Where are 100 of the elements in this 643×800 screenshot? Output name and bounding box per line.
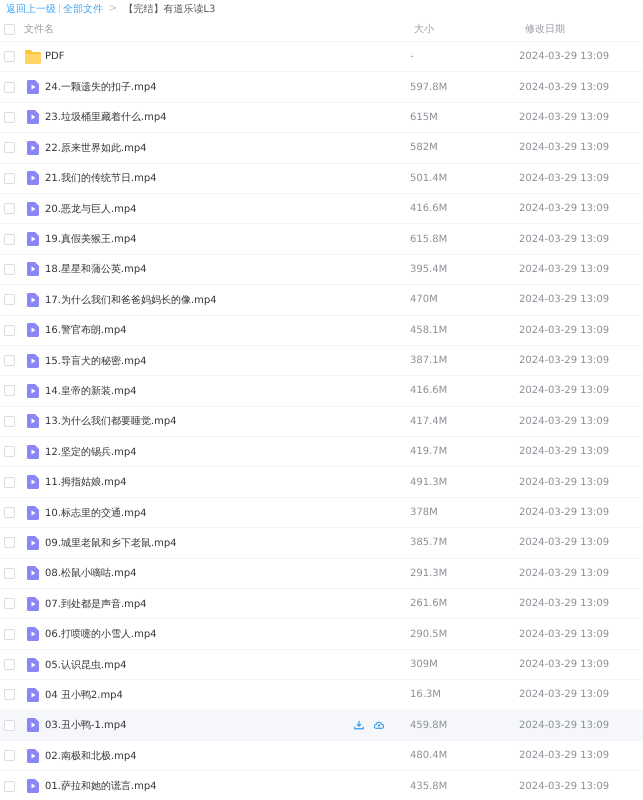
folder-icon	[25, 50, 41, 64]
row-checkbox[interactable]	[4, 142, 15, 154]
video-file-icon	[27, 688, 39, 702]
video-file-icon	[27, 323, 39, 338]
modified-date: 2024-03-29 13:09	[519, 659, 610, 670]
row-checkbox[interactable]	[4, 507, 15, 518]
modified-date: 2024-03-29 13:09	[519, 689, 610, 700]
file-size: 385.7M	[410, 537, 448, 548]
file-name[interactable]: 12.坚定的锡兵.mp4	[45, 444, 137, 459]
video-file-icon	[27, 536, 39, 550]
row-checkbox[interactable]	[4, 537, 15, 548]
row-checkbox[interactable]	[4, 355, 15, 366]
row-checkbox[interactable]	[4, 659, 15, 670]
modified-date: 2024-03-29 13:09	[519, 537, 610, 548]
file-size: -	[410, 51, 414, 62]
file-name[interactable]: 03.丑小鸭-1.mp4	[45, 718, 127, 732]
video-file-icon	[27, 414, 39, 428]
row-checkbox[interactable]	[4, 112, 15, 123]
modified-date: 2024-03-29 13:09	[519, 568, 610, 579]
row-checkbox[interactable]	[4, 476, 15, 488]
cloud-upload-icon[interactable]	[374, 720, 384, 730]
file-size: 470M	[410, 294, 438, 306]
row-checkbox[interactable]	[4, 750, 15, 762]
row-checkbox[interactable]	[4, 203, 15, 214]
file-name[interactable]: 11.拇指姑娘.mp4	[45, 475, 127, 490]
row-checkbox[interactable]	[4, 446, 15, 458]
file-name[interactable]: 08.松鼠小嘀咕.mp4	[45, 566, 137, 580]
download-icon[interactable]	[354, 720, 364, 730]
file-name[interactable]: 20.恶龙与巨人.mp4	[45, 202, 137, 216]
video-file-icon	[27, 718, 39, 732]
row-checkbox[interactable]	[4, 172, 15, 184]
select-all-checkbox[interactable]	[4, 24, 15, 34]
video-file-icon	[27, 354, 39, 368]
file-name[interactable]: 10.标志里的交通.mp4	[45, 506, 147, 520]
column-header: 文件名	[24, 22, 54, 36]
file-name[interactable]: 17.为什么我们和爸爸妈妈长的像.mp4	[45, 292, 217, 307]
file-name[interactable]: 13.为什么我们都要睡觉.mp4	[45, 414, 177, 428]
file-name[interactable]: 16.警官布朗.mp4	[45, 323, 127, 338]
modified-date: 2024-03-29 13:09	[519, 112, 610, 123]
modified-date: 2024-03-29 13:09	[519, 507, 610, 518]
file-size: 378M	[410, 507, 438, 518]
row-checkbox[interactable]	[4, 689, 15, 700]
video-file-icon	[27, 658, 39, 672]
current-folder: 【完结】有道乐读L3	[123, 2, 216, 16]
column-header: 大小	[414, 22, 434, 36]
row-checkbox[interactable]	[4, 324, 15, 336]
file-size: 615M	[410, 112, 438, 123]
row-checkbox[interactable]	[4, 82, 15, 93]
file-name[interactable]: 09.城里老鼠和乡下老鼠.mp4	[45, 536, 177, 550]
file-name[interactable]: 18.星星和蒲公英.mp4	[45, 262, 147, 276]
row-checkbox[interactable]	[4, 598, 15, 610]
row-checkbox[interactable]	[4, 51, 15, 62]
file-name[interactable]: 21.我们的传统节日.mp4	[45, 171, 157, 186]
column-header: 修改日期	[525, 22, 565, 36]
file-name[interactable]: 15.导盲犬的秘密.mp4	[45, 354, 147, 368]
file-size: 582M	[410, 142, 438, 154]
file-size: 291.3M	[410, 568, 448, 579]
file-size: 597.8M	[410, 82, 448, 93]
video-file-icon	[27, 506, 39, 520]
row-checkbox[interactable]	[4, 234, 15, 245]
video-file-icon	[27, 627, 39, 642]
file-size: 261.6M	[410, 598, 448, 610]
row-checkbox[interactable]	[4, 294, 15, 306]
file-size: 480.4M	[410, 750, 448, 762]
file-name[interactable]: 19.真假美猴王.mp4	[45, 232, 137, 246]
file-name[interactable]: 24.一颗遗失的扣子.mp4	[45, 80, 157, 94]
file-size: 419.7M	[410, 446, 448, 458]
file-name[interactable]: PDF	[45, 51, 64, 62]
file-name[interactable]: 01.萨拉和她的谎言.mp4	[45, 779, 157, 794]
file-name[interactable]: 14.皇帝的新装.mp4	[45, 384, 137, 398]
modified-date: 2024-03-29 13:09	[519, 780, 610, 792]
file-name[interactable]: 23.垃圾桶里藏着什么.mp4	[45, 110, 167, 124]
row-checkbox[interactable]	[4, 628, 15, 640]
modified-date: 2024-03-29 13:09	[519, 82, 610, 93]
file-size: 16.3M	[410, 689, 441, 700]
file-name[interactable]: 06.打喷嚏的小雪人.mp4	[45, 627, 157, 642]
modified-date: 2024-03-29 13:09	[519, 355, 610, 366]
file-name[interactable]: 02.南极和北极.mp4	[45, 748, 137, 763]
modified-date: 2024-03-29 13:09	[519, 203, 610, 214]
video-file-icon	[27, 292, 39, 307]
file-size: 416.6M	[410, 385, 448, 396]
row-checkbox[interactable]	[4, 568, 15, 579]
file-size: 459.8M	[410, 720, 448, 731]
video-file-icon	[27, 444, 39, 459]
video-file-icon	[27, 384, 39, 398]
modified-date: 2024-03-29 13:09	[519, 628, 610, 640]
file-name[interactable]: 22.原来世界如此.mp4	[45, 140, 147, 155]
video-file-icon	[27, 202, 39, 216]
row-checkbox[interactable]	[4, 780, 15, 792]
file-name[interactable]: 04 丑小鸭2.mp4	[45, 688, 123, 702]
modified-date: 2024-03-29 13:09	[519, 324, 610, 336]
row-checkbox[interactable]	[4, 264, 15, 275]
file-name[interactable]: 05.认识昆虫.mp4	[45, 658, 127, 672]
file-size: 395.4M	[410, 264, 448, 275]
row-checkbox[interactable]	[4, 720, 15, 731]
row-checkbox[interactable]	[4, 385, 15, 396]
row-checkbox[interactable]	[4, 416, 15, 427]
file-name[interactable]: 07.到处都是声音.mp4	[45, 596, 147, 611]
video-file-icon	[27, 779, 39, 794]
file-size: 416.6M	[410, 203, 448, 214]
